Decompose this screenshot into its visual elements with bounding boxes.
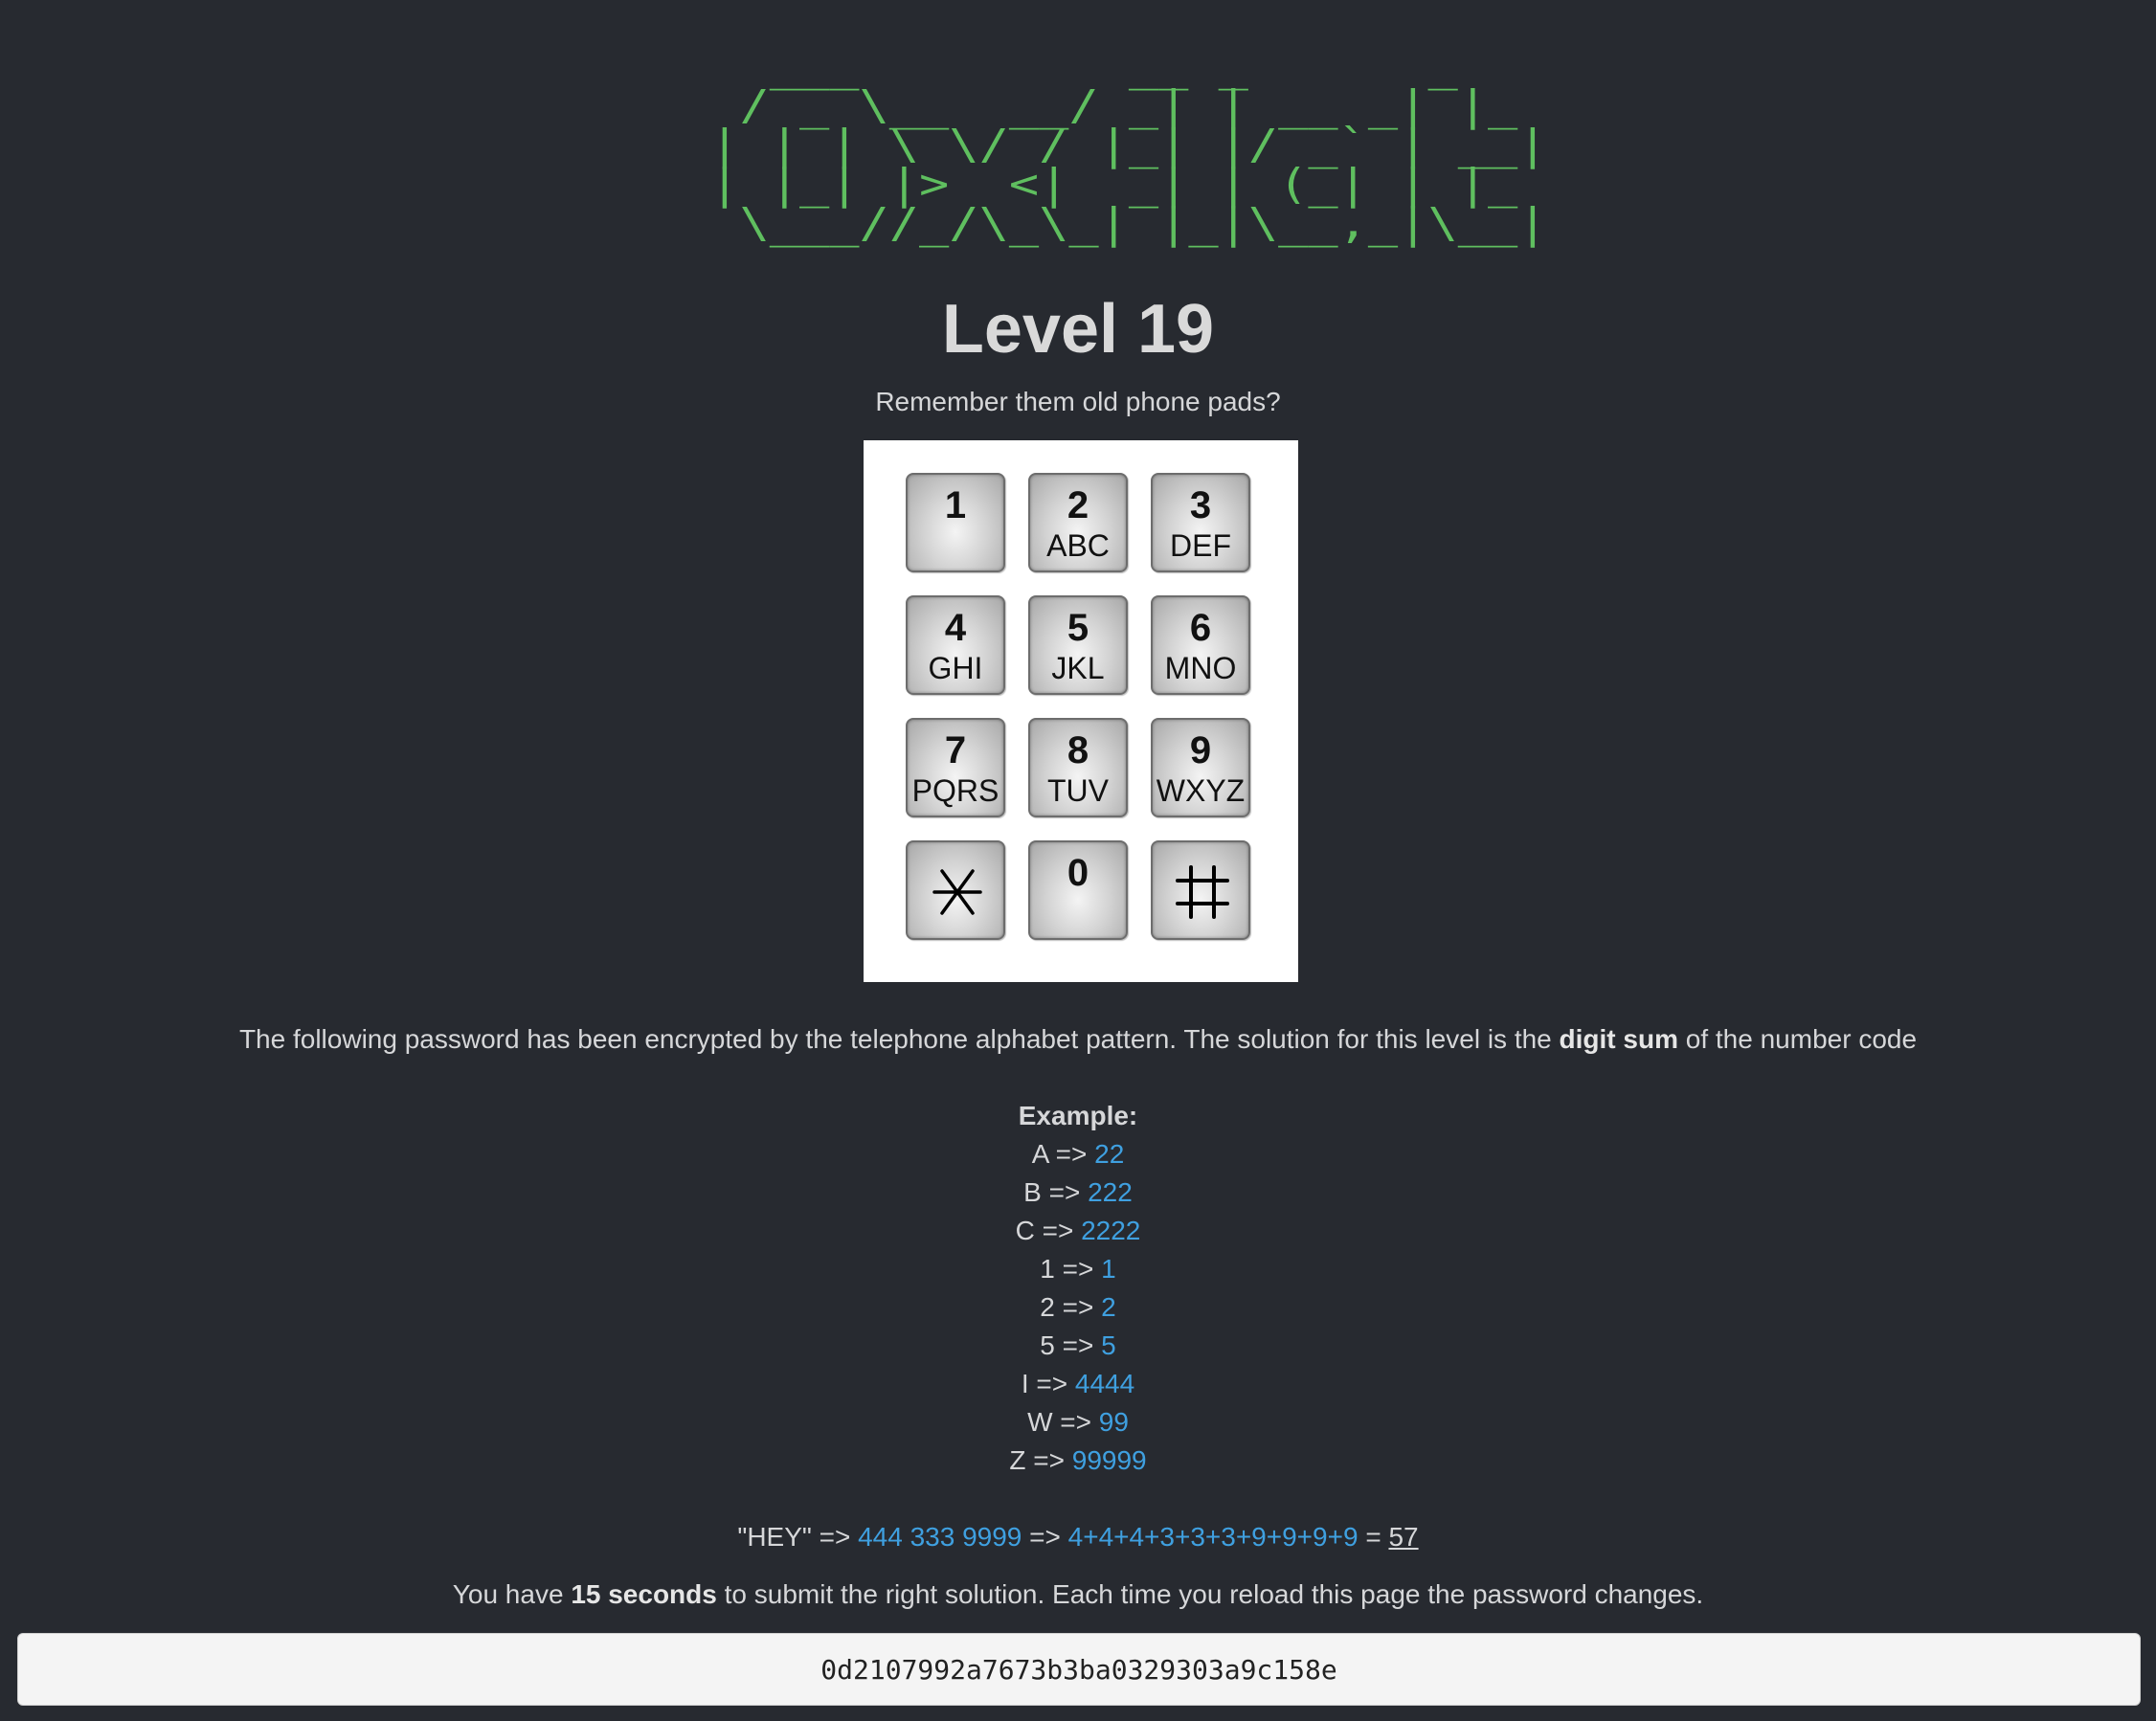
example-row: 5 => 5 [0,1327,2156,1365]
key-4: 4 GHI [906,595,1005,695]
timer-text-before: You have [452,1579,572,1609]
description-text-after: of the number code [1677,1024,1918,1054]
hey-arrow-1: => [819,1522,851,1552]
key-digit: 3 [1189,484,1212,526]
key-digit: 6 [1189,607,1212,649]
hey-equals: = [1365,1522,1381,1552]
timer-bold: 15 seconds [571,1579,717,1609]
key-9: 9 WXYZ [1151,718,1250,817]
key-letters: ABC [1046,528,1110,563]
example-input: 1 [1040,1254,1055,1284]
example-input: 5 [1040,1330,1055,1360]
timer-notice: You have 15 seconds to submit the right … [0,1576,2156,1614]
page: ___ __ _ _ / _ \__ __/ _| | __ _| |_ | |… [0,0,2156,1721]
key-letters: DEF [1170,528,1231,563]
example-output: 22 [1094,1139,1125,1169]
phone-keypad-image: 1 2 ABC 3 DEF 4 GHI 5 JKL 6 MNO 7 PQRS 8 TUV 9 WXYZ 0 [864,440,1298,982]
example-row: Z => 99999 [0,1442,2156,1480]
password-field[interactable] [17,1633,2141,1706]
example-row: A => 22 [0,1135,2156,1173]
asterisk-icon [932,869,982,915]
description-bold: digit sum [1559,1024,1678,1054]
example-arrow: => [1062,1330,1094,1360]
example-input: A [1031,1139,1048,1169]
key-hash [1151,840,1250,940]
logo-ascii: ___ __ _ _ / _ \__ __/ _| | __ _| |_ | |… [709,42,1548,248]
key-1: 1 [906,473,1005,572]
example-row: I => 4444 [0,1365,2156,1403]
hey-result: 57 [1388,1522,1419,1552]
example-arrow: => [1062,1292,1094,1322]
example-row: C => 2222 [0,1212,2156,1250]
example-title: Example: [1018,1101,1138,1130]
key-3: 3 DEF [1151,473,1250,572]
example-arrow: => [1062,1254,1094,1284]
description-text-before: The following password has been encrypte… [238,1024,1560,1054]
key-digit: 5 [1067,607,1089,649]
key-2: 2 ABC [1028,473,1128,572]
key-6: 6 MNO [1151,595,1250,695]
example-arrow: => [1033,1445,1065,1475]
key-5: 5 JKL [1028,595,1128,695]
example-input: W [1027,1407,1053,1437]
key-digit: 1 [944,484,967,526]
subtitle: Remember them old phone pads? [875,387,1281,416]
page-title: Level 19 [941,291,1215,368]
example-output: 5 [1101,1330,1116,1360]
hey-codes: 444 333 9999 [858,1522,1022,1552]
example-arrow: => [1048,1177,1081,1207]
key-letters: GHI [928,651,983,685]
example-input: Z [1009,1445,1026,1475]
timer-text-after: to submit the right solution. Each time … [716,1579,1704,1609]
example-output: 222 [1088,1177,1133,1207]
key-star [906,840,1005,940]
example-input: C [1015,1216,1035,1245]
key-digit: 9 [1189,729,1212,771]
hey-word: "HEY" [737,1522,812,1552]
example-input: 2 [1040,1292,1055,1322]
hash-icon [1176,865,1229,919]
example-output: 2222 [1081,1216,1141,1245]
key-digit: 2 [1067,484,1089,526]
key-0: 0 [1028,840,1128,940]
key-digit: 0 [1067,852,1089,894]
example-row: 2 => 2 [0,1288,2156,1327]
example-output: 99 [1098,1407,1129,1437]
key-letters: MNO [1164,651,1237,685]
example-arrow: => [1060,1407,1091,1437]
example-output: 4444 [1074,1369,1135,1398]
key-letters: TUV [1047,773,1109,808]
hey-example: "HEY" => 444 333 9999 => 4+4+4+3+3+3+9+9… [0,1518,2156,1556]
key-8: 8 TUV [1028,718,1128,817]
example-input: B [1023,1177,1042,1207]
example-row: 1 => 1 [0,1250,2156,1288]
example-row: W => 99 [0,1403,2156,1442]
key-letters: JKL [1051,651,1105,685]
key-letters: WXYZ [1156,773,1246,808]
logo: ___ __ _ _ / _ \__ __/ _| | __ _| |_ | |… [0,8,2156,282]
example-arrow: => [1055,1139,1088,1169]
hey-sum-expression: 4+4+4+3+3+3+9+9+9+9 [1067,1522,1359,1552]
example-arrow: => [1036,1369,1068,1398]
example-output: 1 [1101,1254,1116,1284]
level-description: The following password has been encrypte… [0,1020,2156,1059]
example-output: 2 [1101,1292,1116,1322]
key-digit: 4 [944,607,967,649]
example-row: B => 222 [0,1173,2156,1212]
example-rows: A => 22 B => 222 C => 2222 1 => 12 => 25 =>… [0,1135,2156,1480]
example-arrow: => [1042,1216,1074,1245]
key-digit: 7 [944,729,967,771]
example-output: 99999 [1071,1445,1147,1475]
hey-arrow-2: => [1029,1522,1061,1552]
key-digit: 8 [1067,729,1089,771]
key-letters: PQRS [911,773,999,808]
example-input: I [1021,1369,1029,1398]
example-block: Example: A => 22 B => 222 C => 2222 1 => 12… [0,1097,2156,1480]
key-7: 7 PQRS [906,718,1005,817]
